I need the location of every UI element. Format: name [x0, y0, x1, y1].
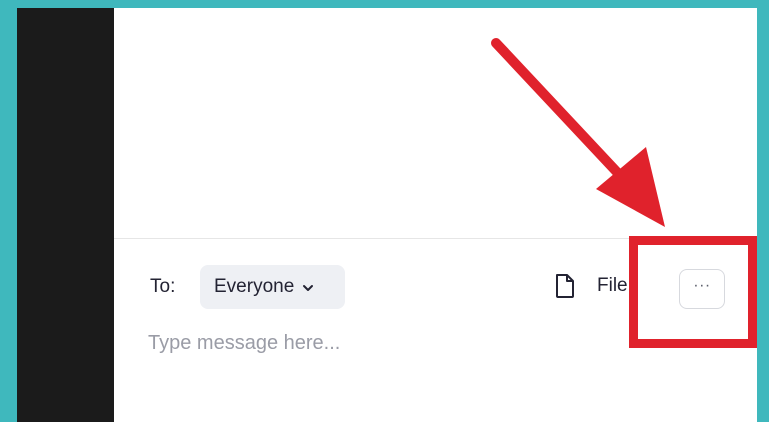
chat-panel: To: Everyone File ··· [114, 8, 757, 422]
annotation-highlight-box [629, 236, 757, 348]
file-button[interactable]: File [554, 270, 632, 302]
file-icon [554, 273, 576, 299]
recipient-dropdown[interactable]: Everyone [200, 265, 345, 309]
to-label: To: [150, 276, 176, 297]
video-area-edge [17, 8, 114, 422]
chevron-down-icon [302, 281, 314, 293]
file-label: File [597, 275, 628, 296]
message-input[interactable] [148, 326, 708, 360]
recipient-value: Everyone [214, 276, 295, 297]
